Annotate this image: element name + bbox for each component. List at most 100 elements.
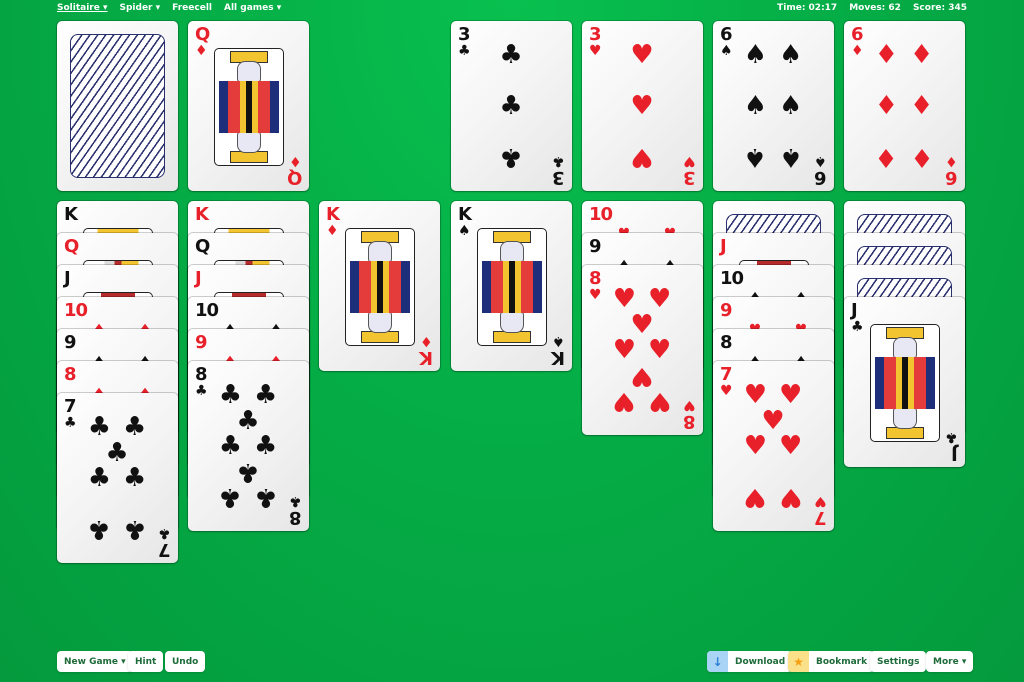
court-robe xyxy=(350,261,410,287)
spade-pip-icon: ♠ xyxy=(743,40,768,70)
club-pip-icon: ♣ xyxy=(218,431,243,461)
foundation-pile[interactable]: 3 ♥ ♥ 3 ♥ ♥ ♥ xyxy=(582,21,703,191)
card-rank: J xyxy=(64,268,71,289)
heart-pip-icon: ♥ xyxy=(612,386,637,416)
download-button[interactable]: ↓ Download xyxy=(707,651,793,672)
court-figure-half xyxy=(871,383,939,441)
club-icon: ♣ xyxy=(552,153,565,169)
moves-readout: Moves: 62 xyxy=(849,3,901,13)
court-robe xyxy=(482,261,542,287)
court-robe xyxy=(219,107,279,133)
card-rank: 8 xyxy=(589,268,601,289)
card-rank: J xyxy=(195,268,202,289)
court-head xyxy=(500,241,524,263)
diamond-pip-icon: ♦ xyxy=(874,142,899,172)
spade-pip-icon: ♠ xyxy=(778,40,803,70)
club-pip-icon: ♣ xyxy=(499,91,523,121)
court-robe xyxy=(875,357,935,383)
new-game-label: New Game ▾ xyxy=(64,656,126,667)
foundation-pile[interactable]: 6 ♦ ♦ 6 ♦ ♦ ♦ ♦ ♦ ♦ xyxy=(844,21,965,191)
heart-icon: ♥ xyxy=(589,287,602,303)
bookmark-button[interactable]: ★ Bookmark xyxy=(788,651,875,672)
foundation-pile[interactable]: 6 ♠ ♠ 6 ♠ ♠ ♠ ♠ ♠ ♠ xyxy=(713,21,834,191)
spade-icon: ♠ xyxy=(458,223,471,239)
card-rank: 6 xyxy=(720,24,732,45)
club-icon: ♣ xyxy=(851,319,864,335)
heart-pip-icon: ♥ xyxy=(778,482,803,512)
diamond-icon: ♦ xyxy=(851,43,864,59)
court-head xyxy=(368,311,392,333)
club-icon: ♣ xyxy=(195,383,208,399)
court-figure-half xyxy=(871,325,939,383)
more-button[interactable]: More ▾ xyxy=(926,651,974,672)
court-figure-half xyxy=(215,49,283,107)
heart-pip-icon: ♥ xyxy=(647,284,672,314)
tableau-card[interactable]: 8 ♥ ♥ 8 ♥ ♥ ♥ ♥ ♥ ♥ ♥ ♥ xyxy=(582,265,703,435)
spade-icon: ♠ xyxy=(720,43,733,59)
club-pip-icon: ♣ xyxy=(218,380,243,410)
tableau-card[interactable]: K ♠ ♠ K xyxy=(451,201,572,371)
heart-pip-icon: ♥ xyxy=(612,335,637,365)
tableau-card[interactable]: K ♦ ♦ K xyxy=(319,201,440,371)
spade-pip-icon: ♠ xyxy=(778,91,803,121)
club-icon: ♣ xyxy=(64,415,77,431)
card-rank: 8 xyxy=(64,364,76,385)
nav-freecell[interactable]: Freecell xyxy=(172,3,212,13)
new-game-button[interactable]: New Game ▾ xyxy=(57,651,133,672)
heart-pip-icon: ♥ xyxy=(743,431,768,461)
heart-pip-icon: ♥ xyxy=(630,91,654,121)
waste-pile[interactable]: Q ♦ ♦ Q xyxy=(188,21,309,191)
card-rank: Q xyxy=(64,236,79,257)
nav-spider[interactable]: Spider ▾ xyxy=(120,3,161,13)
diamond-icon: ♦ xyxy=(289,153,302,169)
card-rank-bottom: 8 xyxy=(684,411,696,432)
card-rank-bottom: K xyxy=(552,347,565,368)
diamond-pip-icon: ♦ xyxy=(874,91,899,121)
nav-all-games[interactable]: All games ▾ xyxy=(224,3,281,13)
card-rank: 9 xyxy=(589,236,601,257)
undo-button[interactable]: Undo xyxy=(165,651,206,672)
card-rank: K xyxy=(195,204,209,225)
club-pip-icon: ♣ xyxy=(122,412,147,442)
card-rank: 10 xyxy=(720,268,744,289)
club-pip-icon: ♣ xyxy=(253,431,278,461)
court-robe xyxy=(350,287,410,313)
spade-pip-icon: ♠ xyxy=(743,142,768,172)
tableau-card[interactable]: 8 ♣ ♣ 8 ♣ ♣ ♣ ♣ ♣ ♣ ♣ ♣ xyxy=(188,361,309,531)
heart-pip-icon: ♥ xyxy=(761,405,785,436)
settings-button[interactable]: Settings xyxy=(870,651,927,672)
court-card-art xyxy=(345,228,415,346)
card-rank: 9 xyxy=(64,332,76,353)
top-bar: Solitaire ▾ Spider ▾ Freecell All games … xyxy=(0,0,1024,18)
club-pip-icon: ♣ xyxy=(253,380,278,410)
card-rank-bottom: 6 xyxy=(946,167,958,188)
card-rank: K xyxy=(458,204,472,225)
heart-icon: ♥ xyxy=(683,153,696,169)
nav-solitaire[interactable]: Solitaire ▾ xyxy=(57,3,108,13)
more-label: More ▾ xyxy=(933,656,967,667)
foundation-pile[interactable]: 3 ♣ ♣ 3 ♣ ♣ ♣ xyxy=(451,21,572,191)
court-figure-half xyxy=(478,287,546,345)
card-rank-bottom: 8 xyxy=(290,507,302,528)
tableau-card[interactable]: J ♣ ♣ J xyxy=(844,297,965,467)
star-icon: ★ xyxy=(788,651,809,672)
heart-pip-icon: ♥ xyxy=(743,380,768,410)
court-figure-half xyxy=(346,287,414,345)
court-figure-half xyxy=(478,229,546,287)
card-rank-bottom: Q xyxy=(287,167,302,188)
tableau-card[interactable]: 7 ♣ ♣ 7 ♣ ♣ ♣ ♣ ♣ ♣ ♣ xyxy=(57,393,178,563)
club-pip-icon: ♣ xyxy=(499,142,523,172)
club-pip-icon: ♣ xyxy=(253,482,278,512)
club-icon: ♣ xyxy=(945,429,958,445)
hint-button[interactable]: Hint xyxy=(128,651,164,672)
heart-icon: ♥ xyxy=(683,397,696,413)
heart-pip-icon: ♥ xyxy=(630,309,654,340)
game-stats: Time: 02:17 Moves: 62 Score: 345 xyxy=(777,3,967,13)
court-robe xyxy=(482,287,542,313)
heart-pip-icon: ♥ xyxy=(743,482,768,512)
court-head xyxy=(893,337,917,359)
stock-pile[interactable] xyxy=(57,21,178,191)
heart-pip-icon: ♥ xyxy=(630,360,654,391)
card-rank: 3 xyxy=(589,24,601,45)
tableau-card[interactable]: 7 ♥ ♥ 7 ♥ ♥ ♥ ♥ ♥ ♥ ♥ xyxy=(713,361,834,531)
